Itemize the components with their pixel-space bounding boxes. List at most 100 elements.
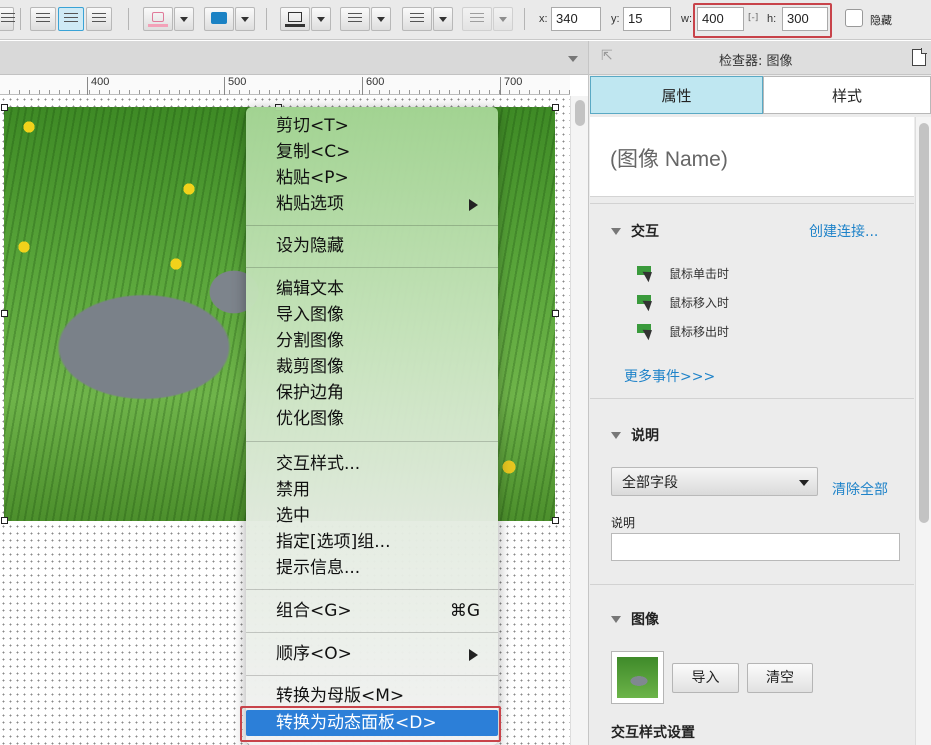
horizontal-ruler bbox=[0, 75, 570, 95]
menu-item-label: 提示信息... bbox=[276, 558, 361, 578]
menu-item-label: 转换为母版<M> bbox=[276, 686, 405, 706]
menu-item-optimize-image[interactable]: 优化图像 bbox=[246, 406, 498, 432]
x-input[interactable]: 340 bbox=[551, 7, 601, 31]
menu-item-paste[interactable]: 粘贴<P> bbox=[246, 165, 498, 191]
arrow-style-icon bbox=[470, 13, 484, 25]
text-color-swatch bbox=[148, 24, 168, 27]
tab-style[interactable]: 样式 bbox=[763, 76, 931, 114]
inspector-panel: ⇱ 检查器: 图像 属性 样式 (图像 Name) 交互 创建连接... 鼠标单… bbox=[588, 41, 931, 745]
menu-item-assign-group[interactable]: 指定[选项]组... bbox=[246, 529, 498, 555]
menu-item-label: 指定[选项]组... bbox=[276, 532, 391, 552]
menu-separator bbox=[246, 225, 498, 226]
menu-item-disable[interactable]: 禁用 bbox=[246, 477, 498, 503]
size-highlight-box bbox=[693, 3, 832, 38]
resize-handle[interactable] bbox=[552, 310, 559, 317]
menu-item-label: 裁剪图像 bbox=[276, 357, 344, 377]
menu-item-group[interactable]: 组合<G> ⌘G bbox=[246, 598, 498, 624]
submenu-arrow-icon bbox=[469, 649, 478, 661]
align-top-icon bbox=[36, 13, 50, 25]
chevron-down-icon[interactable] bbox=[568, 56, 578, 62]
border-color-button[interactable] bbox=[280, 7, 310, 31]
menu-separator bbox=[246, 632, 498, 633]
resize-handle[interactable] bbox=[1, 310, 8, 317]
canvas-scrollbar[interactable] bbox=[570, 96, 588, 745]
arrow-style-dropdown[interactable] bbox=[493, 7, 513, 31]
clear-all-link[interactable]: 清除全部 bbox=[832, 479, 888, 499]
menu-item-interaction-styles[interactable]: 交互样式... bbox=[246, 451, 498, 477]
notes-section-header[interactable]: 说明 bbox=[611, 425, 659, 445]
toolbar-divider bbox=[524, 8, 525, 30]
scrollbar-thumb[interactable] bbox=[575, 100, 585, 126]
align-bottom-button[interactable] bbox=[86, 7, 112, 31]
align-top-button[interactable] bbox=[30, 7, 56, 31]
interaction-section-header[interactable]: 交互 bbox=[611, 221, 659, 241]
menu-item-order[interactable]: 顺序<O> bbox=[246, 641, 498, 667]
create-link[interactable]: 创建连接... bbox=[809, 221, 878, 241]
line-style-button[interactable] bbox=[402, 7, 432, 31]
menu-item-paste-options[interactable]: 粘贴选项 bbox=[246, 191, 498, 217]
image-section-header[interactable]: 图像 bbox=[611, 609, 659, 629]
menu-item-protect-corners[interactable]: 保护边角 bbox=[246, 380, 498, 406]
notes-input[interactable] bbox=[611, 533, 900, 561]
fill-color-dropdown[interactable] bbox=[235, 7, 255, 31]
menu-item-edit-text[interactable]: 编辑文本 bbox=[246, 276, 498, 302]
toolbar: x: 340 y: 15 w: 400 [-] h: 300 隐藏 bbox=[0, 0, 931, 40]
event-icon bbox=[637, 266, 657, 282]
collapse-arrow-icon[interactable]: ⇱ bbox=[601, 48, 613, 64]
scrollbar-thumb[interactable] bbox=[919, 123, 929, 523]
align-left-button[interactable] bbox=[0, 7, 15, 31]
text-color-icon bbox=[152, 12, 164, 22]
resize-handle[interactable] bbox=[552, 517, 559, 524]
menu-item-label: 分割图像 bbox=[276, 331, 344, 351]
y-input[interactable]: 15 bbox=[623, 7, 671, 31]
resize-handle[interactable] bbox=[1, 517, 8, 524]
tab-properties[interactable]: 属性 bbox=[590, 76, 763, 114]
arrow-style-button[interactable] bbox=[462, 7, 492, 31]
y-label: y: bbox=[611, 13, 620, 25]
align-middle-icon bbox=[64, 13, 78, 25]
menu-item-label: 组合<G> bbox=[276, 601, 352, 621]
menu-item-label: 选中 bbox=[276, 506, 310, 526]
menu-item-label: 设为隐藏 bbox=[276, 236, 344, 256]
line-style-dropdown[interactable] bbox=[433, 7, 453, 31]
resize-handle[interactable] bbox=[552, 104, 559, 111]
section-divider bbox=[590, 398, 914, 399]
menu-shortcut: ⌘G bbox=[449, 601, 480, 621]
widget-name-field[interactable]: (图像 Name) bbox=[590, 117, 914, 197]
menu-separator bbox=[246, 441, 498, 442]
clear-button[interactable]: 清空 bbox=[747, 663, 813, 693]
more-events-link[interactable]: 更多事件>>> bbox=[624, 366, 715, 386]
menu-item-crop-image[interactable]: 裁剪图像 bbox=[246, 354, 498, 380]
ruler-label: 700 bbox=[504, 76, 523, 88]
chevron-down-icon bbox=[611, 616, 621, 623]
border-color-dropdown[interactable] bbox=[311, 7, 331, 31]
import-button[interactable]: 导入 bbox=[672, 663, 739, 693]
menu-item-label: 复制<C> bbox=[276, 142, 351, 162]
section-divider bbox=[590, 203, 914, 204]
menu-item-copy[interactable]: 复制<C> bbox=[246, 139, 498, 165]
page-document-icon[interactable] bbox=[912, 48, 927, 66]
resize-handle[interactable] bbox=[1, 104, 8, 111]
menu-item-cut[interactable]: 剪切<T> bbox=[246, 113, 498, 139]
menu-item-import-image[interactable]: 导入图像 bbox=[246, 302, 498, 328]
align-middle-button[interactable] bbox=[58, 7, 84, 31]
fill-color-button[interactable] bbox=[204, 7, 234, 31]
menu-item-label: 保护边角 bbox=[276, 383, 344, 403]
text-color-button[interactable] bbox=[143, 7, 173, 31]
interaction-style-settings-label: 交互样式设置 bbox=[611, 725, 695, 741]
notes-field-select[interactable]: 全部字段 bbox=[611, 467, 818, 496]
menu-item-slice-image[interactable]: 分割图像 bbox=[246, 328, 498, 354]
menu-item-set-hidden[interactable]: 设为隐藏 bbox=[246, 233, 498, 259]
text-color-dropdown[interactable] bbox=[174, 7, 194, 31]
hidden-checkbox[interactable] bbox=[845, 9, 863, 27]
inspector-scrollbar[interactable] bbox=[915, 117, 931, 745]
menu-item-select[interactable]: 选中 bbox=[246, 503, 498, 529]
interaction-header-label: 交互 bbox=[631, 224, 659, 240]
chevron-down-icon bbox=[611, 432, 621, 439]
line-width-dropdown[interactable] bbox=[371, 7, 391, 31]
line-width-button[interactable] bbox=[340, 7, 370, 31]
menu-item-label: 剪切<T> bbox=[276, 116, 349, 136]
chevron-down-icon bbox=[611, 228, 621, 235]
menu-item-tooltip[interactable]: 提示信息... bbox=[246, 555, 498, 581]
inspector-tabs: 属性 样式 bbox=[589, 76, 931, 114]
